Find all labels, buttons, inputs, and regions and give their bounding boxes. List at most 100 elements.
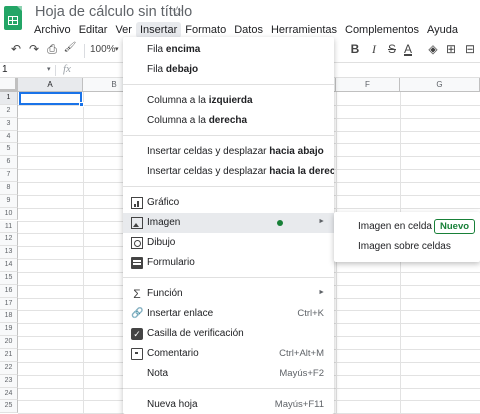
row-above-bold: encima xyxy=(165,44,201,55)
row-header[interactable]: 24 xyxy=(0,387,18,401)
menu-complementos[interactable]: Complementos xyxy=(341,22,423,38)
bold-button[interactable]: B xyxy=(347,42,363,56)
select-all-corner[interactable] xyxy=(0,78,18,92)
menu-divider xyxy=(123,135,334,136)
row-header[interactable]: 6 xyxy=(0,156,18,170)
row-header[interactable]: 16 xyxy=(0,284,18,298)
row-header[interactable]: 22 xyxy=(0,361,18,375)
menu-row-below[interactable]: Fila debajo xyxy=(123,60,334,80)
cells-down-prefix: Insertar celdas y desplazar xyxy=(147,146,270,157)
row-header[interactable]: 15 xyxy=(0,271,18,285)
menu-checkbox[interactable]: ✓ Casilla de verificación xyxy=(123,324,334,344)
menu-divider xyxy=(123,186,334,187)
link-label: Insertar enlace xyxy=(147,308,214,319)
row-header[interactable]: 20 xyxy=(0,336,18,349)
menu-new-sheet[interactable]: Nueva hoja Mayús+F11 xyxy=(123,395,334,414)
italic-button[interactable]: I xyxy=(366,42,382,57)
row-header[interactable]: 12 xyxy=(0,233,18,247)
paint-format-icon[interactable]: 🖌 xyxy=(62,42,78,53)
row-header[interactable]: 1 xyxy=(0,92,18,105)
menu-datos[interactable]: Datos xyxy=(230,22,267,38)
menu-cells-shift-right[interactable]: Insertar celdas y desplazar hacia la der… xyxy=(123,162,334,182)
new-badge: Nuevo xyxy=(434,219,476,234)
row-header[interactable]: 17 xyxy=(0,297,18,311)
fill-handle[interactable] xyxy=(79,102,84,107)
row-header[interactable]: 18 xyxy=(0,310,18,324)
row-header[interactable]: 19 xyxy=(0,323,18,337)
link-icon: 🔗 xyxy=(131,308,144,319)
row-header[interactable]: 10 xyxy=(0,207,18,221)
submenu-image-over-cells[interactable]: Imagen sobre celdas xyxy=(334,237,480,257)
undo-icon[interactable]: ↶ xyxy=(8,42,24,56)
star-icon[interactable]: ☆ xyxy=(171,3,184,20)
name-box[interactable]: 1 xyxy=(2,64,8,75)
row-header[interactable]: 23 xyxy=(0,374,18,388)
row-header[interactable]: 13 xyxy=(0,246,18,260)
row-header[interactable]: 5 xyxy=(0,143,18,157)
row-header[interactable]: 11 xyxy=(0,220,18,234)
row-header[interactable]: 2 xyxy=(0,104,18,118)
column-header[interactable]: F xyxy=(336,78,400,92)
menu-insertar[interactable]: Insertar xyxy=(135,22,182,38)
menu-formato[interactable]: Formato xyxy=(181,22,230,38)
row-header[interactable]: 7 xyxy=(0,169,18,182)
redo-icon[interactable]: ↷ xyxy=(26,42,42,56)
borders-icon[interactable]: ⊞ xyxy=(443,42,459,56)
row-header[interactable]: 25 xyxy=(0,400,18,414)
drawing-icon xyxy=(131,237,143,249)
form-label: Formulario xyxy=(147,257,195,268)
sheets-logo-icon[interactable] xyxy=(4,6,22,30)
menu-archivo[interactable]: Archivo xyxy=(30,22,75,38)
submenu-arrow-icon: ► xyxy=(318,218,325,225)
submenu-arrow-icon: ► xyxy=(318,289,325,296)
column-header[interactable]: A xyxy=(18,78,83,92)
checkbox-icon: ✓ xyxy=(131,328,143,340)
print-icon[interactable]: ⎙ xyxy=(44,42,60,57)
document-title[interactable]: Hoja de cálculo sin título xyxy=(35,4,192,20)
fill-color-icon[interactable]: ◈ xyxy=(425,42,441,56)
menu-cells-shift-down[interactable]: Insertar celdas y desplazar hacia abajo xyxy=(123,142,334,162)
row-header[interactable]: 3 xyxy=(0,117,18,131)
submenu-image-in-cell[interactable]: Imagen en celda Nuevo xyxy=(334,217,480,237)
grid-column-line xyxy=(83,92,84,414)
menu-note[interactable]: Nota Mayús+F2 xyxy=(123,364,334,384)
menu-column-left[interactable]: Columna a la izquierda xyxy=(123,91,334,111)
menu-row-above[interactable]: Fila encima xyxy=(123,40,334,60)
row-header[interactable]: 4 xyxy=(0,130,18,144)
row-header[interactable]: 9 xyxy=(0,194,18,208)
image-over-cells-label: Imagen sobre celdas xyxy=(358,241,451,252)
column-header[interactable]: G xyxy=(400,78,480,92)
selected-cell-a1[interactable] xyxy=(19,92,82,105)
link-shortcut: Ctrl+K xyxy=(297,308,324,319)
text-color-button[interactable]: A xyxy=(400,42,416,56)
row-header[interactable]: 21 xyxy=(0,349,18,362)
row-header[interactable]: 8 xyxy=(0,181,18,195)
menu-form[interactable]: Formulario xyxy=(123,253,334,273)
checkbox-label: Casilla de verificación xyxy=(147,328,244,339)
menu-function[interactable]: Σ Función ► xyxy=(123,284,334,304)
menu-editar[interactable]: Editar xyxy=(75,22,112,38)
menu-ayuda[interactable]: Ayuda xyxy=(423,22,462,38)
name-box-caret-icon[interactable]: ▾ xyxy=(47,65,51,73)
cells-down-bold: hacia abajo xyxy=(269,146,324,157)
menu-drawing[interactable]: Dibujo xyxy=(123,233,334,253)
fx-icon: fx xyxy=(63,63,71,75)
menu-herramientas[interactable]: Herramientas xyxy=(267,22,341,38)
col-left-prefix: Columna a la xyxy=(147,95,209,106)
row-header[interactable]: 14 xyxy=(0,259,18,272)
menu-comment[interactable]: Comentario Ctrl+Alt+M xyxy=(123,344,334,364)
zoom-caret-icon[interactable]: ▾ xyxy=(115,45,119,53)
zoom-select[interactable]: 100% xyxy=(90,44,116,55)
menu-column-right[interactable]: Columna a la derecha xyxy=(123,111,334,131)
menu-ver[interactable]: Ver xyxy=(111,22,136,38)
strikethrough-button[interactable]: S xyxy=(384,42,400,56)
menu-image[interactable]: Imagen ► xyxy=(123,213,334,233)
image-label: Imagen xyxy=(147,217,181,228)
new-sheet-label: Nueva hoja xyxy=(147,399,198,410)
merge-cells-icon[interactable]: ⊟ xyxy=(462,42,478,56)
image-in-cell-label: Imagen en celda xyxy=(358,221,432,232)
menu-insert-link[interactable]: 🔗 Insertar enlace Ctrl+K xyxy=(123,304,334,324)
toolbar-divider xyxy=(84,44,85,58)
insert-menu: Fila encima Fila debajo Columna a la izq… xyxy=(123,37,334,414)
menu-chart[interactable]: Gráfico xyxy=(123,193,334,213)
